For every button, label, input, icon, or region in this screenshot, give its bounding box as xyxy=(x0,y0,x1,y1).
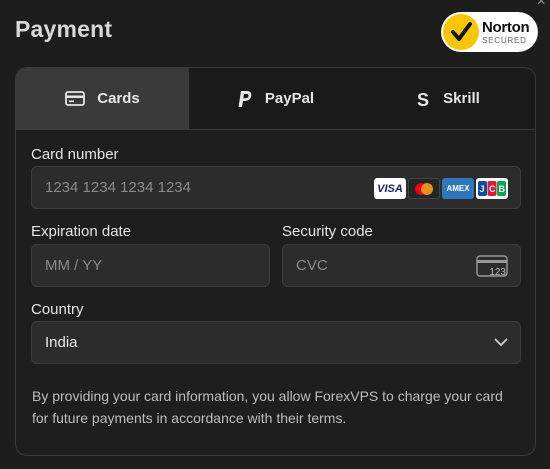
norton-secured-badge: Norton SECURED xyxy=(441,12,538,52)
tab-paypal[interactable]: PayPal xyxy=(189,68,362,129)
svg-text:S: S xyxy=(417,90,429,108)
jcb-logo: J C B xyxy=(476,178,508,199)
svg-text:J: J xyxy=(480,184,485,194)
svg-text:C: C xyxy=(489,184,496,194)
country-select[interactable]: India xyxy=(31,321,521,364)
security-code-field[interactable]: 123 xyxy=(282,244,521,287)
chevron-down-icon xyxy=(494,334,508,351)
expiration-input[interactable] xyxy=(32,256,269,275)
cvc-icon-text: 123 xyxy=(489,267,506,278)
card-brand-logos: VISA AMEX J C B xyxy=(374,178,508,199)
card-number-field[interactable]: VISA AMEX J C B xyxy=(31,166,521,209)
close-icon[interactable]: × xyxy=(537,0,546,10)
country-selected-value: India xyxy=(45,334,78,351)
badge-brand: Norton xyxy=(482,18,530,36)
tab-label: Cards xyxy=(97,90,140,107)
badge-sub: SECURED xyxy=(482,35,527,45)
country-label: Country xyxy=(31,301,84,318)
tab-label: PayPal xyxy=(264,90,315,107)
card-number-label: Card number xyxy=(31,146,119,163)
mastercard-logo xyxy=(408,178,440,199)
paypal-icon xyxy=(237,90,253,108)
skrill-icon: S xyxy=(417,90,431,108)
card-icon xyxy=(65,91,86,106)
expiration-field[interactable] xyxy=(31,244,270,287)
payment-method-tabs: Cards PayPal S Skrill xyxy=(16,68,535,130)
expiration-label: Expiration date xyxy=(31,223,132,240)
checkmark-icon xyxy=(443,14,479,50)
tab-skrill[interactable]: S Skrill xyxy=(362,68,535,129)
security-code-label: Security code xyxy=(282,223,373,240)
tab-label: Skrill xyxy=(443,90,480,107)
svg-text:B: B xyxy=(499,184,506,194)
visa-logo: VISA xyxy=(374,178,406,199)
tab-cards[interactable]: Cards xyxy=(16,68,189,129)
amex-logo: AMEX xyxy=(442,178,474,199)
payment-panel: Cards PayPal S Skrill Card number VISA xyxy=(15,67,536,456)
terms-note: By providing your card information, you … xyxy=(32,388,503,426)
page-title: Payment xyxy=(15,16,113,42)
